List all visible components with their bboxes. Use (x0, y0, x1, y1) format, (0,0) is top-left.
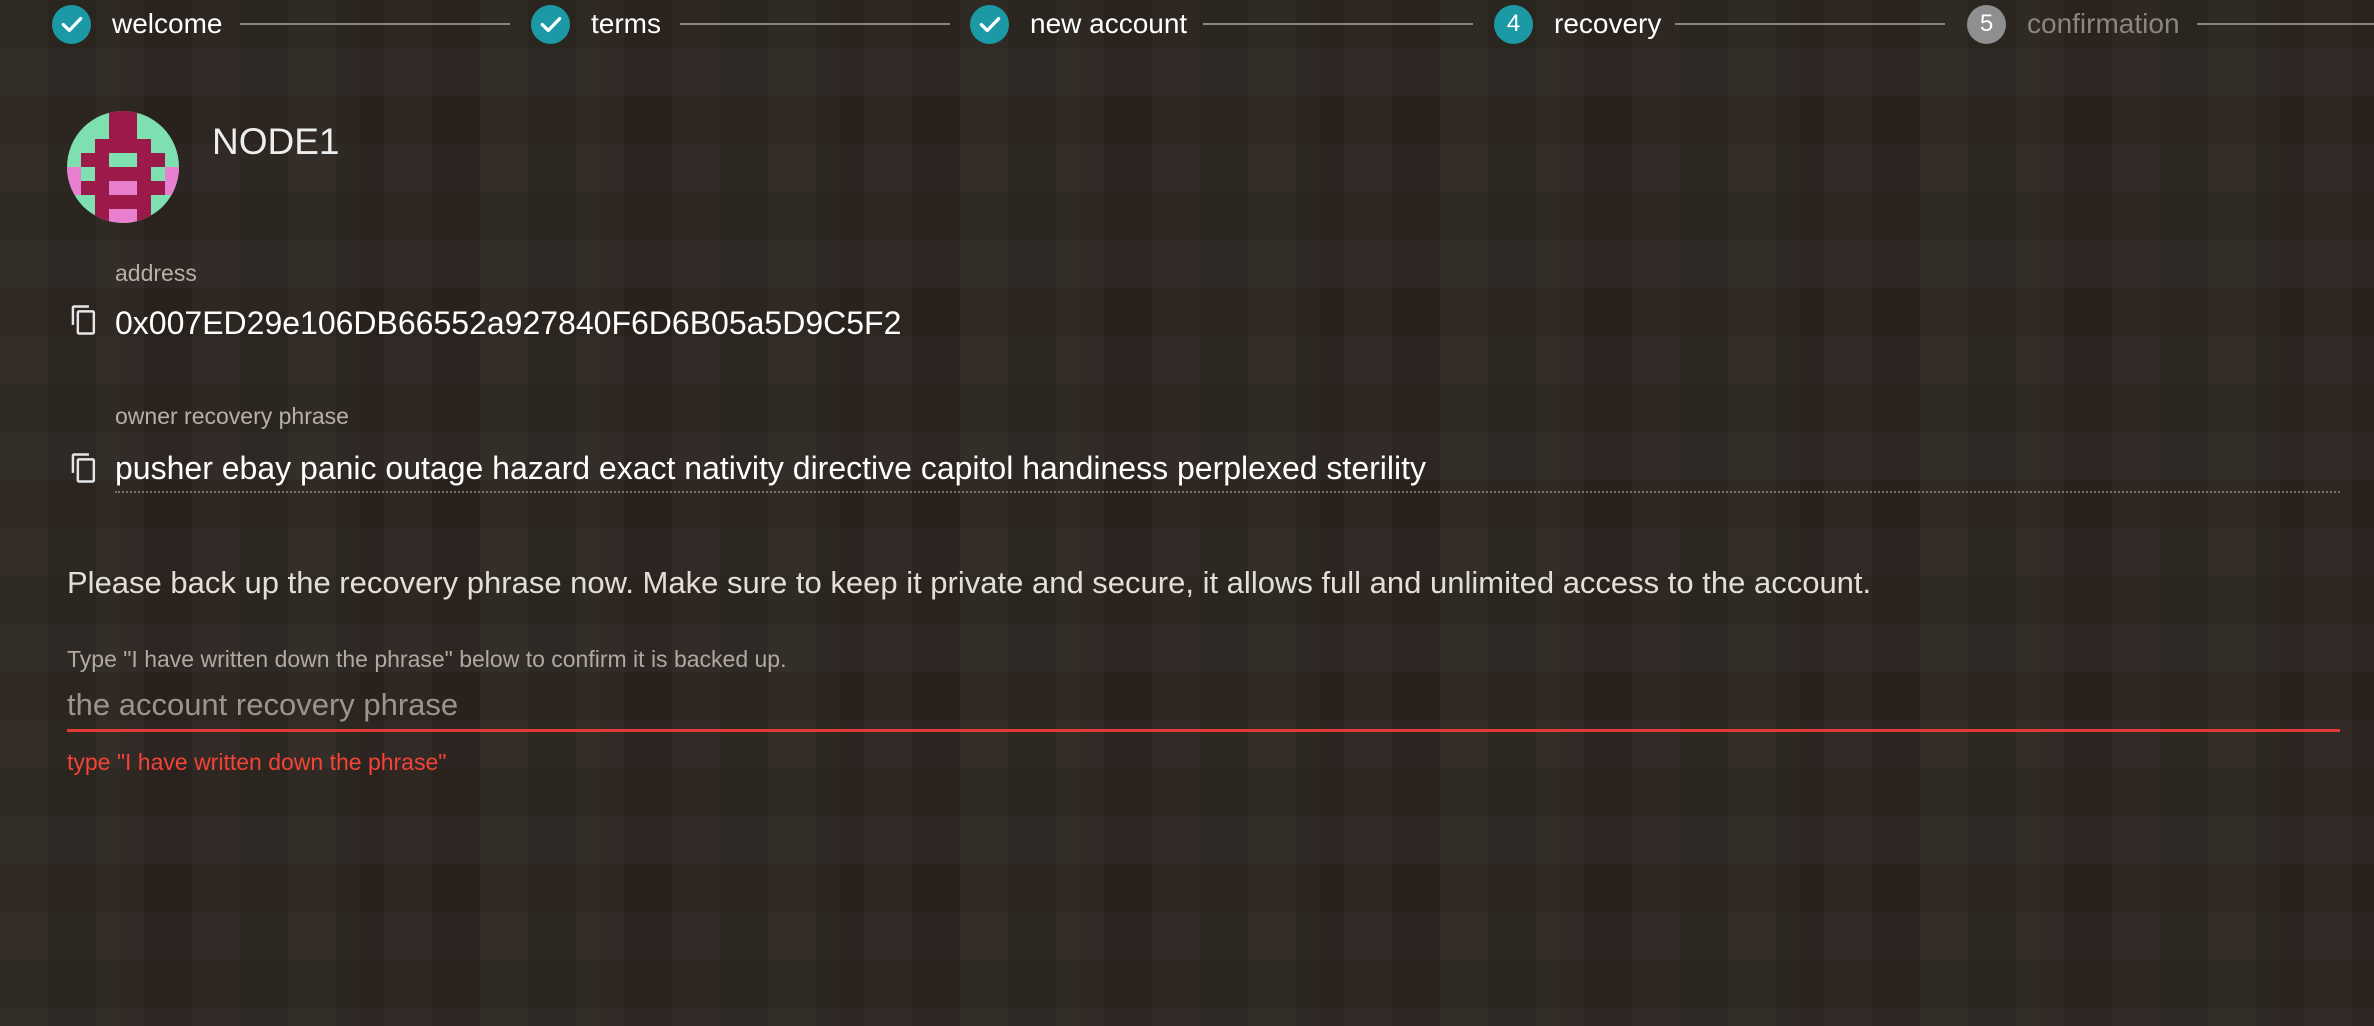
step-label-terms: terms (591, 8, 661, 39)
check-icon (52, 4, 91, 44)
check-icon (970, 4, 1009, 44)
step-connector (680, 23, 950, 25)
copy-icon[interactable] (69, 452, 99, 484)
recovery-phrase-confirm-input[interactable] (67, 680, 2340, 732)
account-name: NODE1 (212, 121, 340, 162)
identicon-avatar (67, 111, 179, 223)
step-connector (1675, 23, 1945, 25)
confirm-error: type "I have written down the phrase" (67, 749, 447, 775)
step-label-welcome: welcome (112, 8, 223, 39)
step-label-recovery: recovery (1554, 8, 1662, 39)
account-address: 0x007ED29e106DB66552a927840F6D6B05a5D9C5… (115, 305, 902, 341)
phrase-label: owner recovery phrase (115, 403, 349, 429)
step-recovery: 4 recovery (1494, 4, 1661, 44)
step-welcome: welcome (52, 4, 222, 44)
step-label-new-account: new account (1030, 8, 1188, 39)
confirm-label: Type "I have written down the phrase" be… (67, 646, 787, 672)
step-connector (240, 23, 510, 25)
step-connector (1203, 23, 1473, 25)
phrase-divider (115, 491, 2340, 493)
step-connector (2197, 23, 2374, 25)
step-label-confirmation: confirmation (2027, 8, 2180, 39)
step-number-5: 5 (1967, 4, 2006, 44)
address-label: address (115, 260, 197, 286)
step-terms: terms (531, 4, 661, 44)
check-icon (531, 4, 570, 44)
copy-icon[interactable] (69, 304, 99, 336)
step-confirmation: 5 confirmation (1967, 4, 2180, 44)
recovery-phrase: pusher ebay panic outage hazard exact na… (115, 450, 1426, 486)
setup-stepper: welcome terms new account 4 recovery 5 c… (0, 0, 2374, 48)
step-new-account: new account (970, 4, 1187, 44)
step-number-4: 4 (1494, 4, 1533, 44)
backup-notice: Please back up the recovery phrase now. … (67, 565, 1872, 600)
